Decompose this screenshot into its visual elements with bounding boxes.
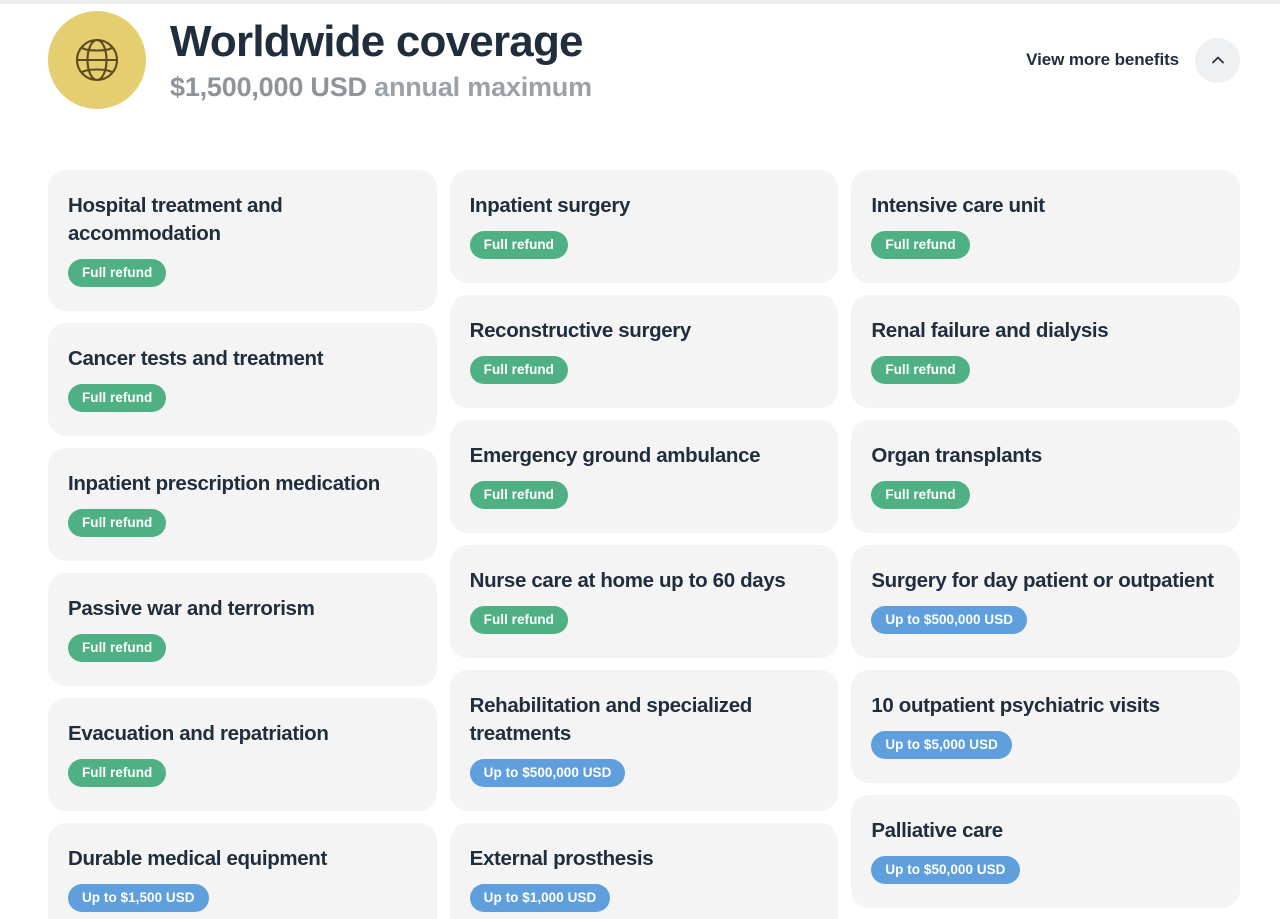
header-titles: Worldwide coverage $1,500,000 USD annual… <box>170 16 592 104</box>
benefit-title: 10 outpatient psychiatric visits <box>871 694 1160 717</box>
benefit-badge: Full refund <box>871 231 970 259</box>
benefit-card[interactable]: Nurse care at home up to 60 days Full re… <box>449 545 839 658</box>
benefits-column-2: Inpatient surgery Full refund Reconstruc… <box>449 170 839 919</box>
benefit-title: Renal failure and dialysis <box>871 319 1109 342</box>
coverage-header: Worldwide coverage $1,500,000 USD annual… <box>0 4 1280 116</box>
header-brand: Worldwide coverage $1,500,000 USD annual… <box>48 11 1026 109</box>
benefits-column-1: Hospital treatment and accommodation Ful… <box>48 170 437 919</box>
benefit-card[interactable]: Durable medical equipment Up to $1,500 U… <box>48 823 437 919</box>
benefit-title: Inpatient surgery <box>469 194 631 217</box>
globe-icon <box>48 11 146 109</box>
benefit-title: Emergency ground ambulance <box>469 444 761 467</box>
benefit-badge: Up to $500,000 USD <box>871 606 1028 634</box>
benefit-badge: Full refund <box>469 481 568 509</box>
header-actions: View more benefits <box>1026 37 1240 83</box>
page-title: Worldwide coverage <box>170 17 584 66</box>
benefit-card[interactable]: Passive war and terrorism Full refund <box>48 573 437 686</box>
page-subtitle: $1,500,000 USD annual maximum <box>170 70 592 104</box>
benefit-badge: Full refund <box>871 356 970 384</box>
benefit-badge: Full refund <box>68 384 167 412</box>
benefit-card[interactable]: Inpatient surgery Full refund <box>449 170 839 283</box>
benefit-title: Hospital treatment and accommodation <box>68 194 283 245</box>
annual-maximum-suffix: annual maximum <box>366 72 592 102</box>
benefit-title: External prosthesis <box>469 847 654 870</box>
benefit-badge: Full refund <box>68 509 167 537</box>
benefit-title: Organ transplants <box>871 444 1042 467</box>
coverage-page: Worldwide coverage $1,500,000 USD annual… <box>0 0 1280 919</box>
benefit-title: Inpatient prescription medication <box>68 472 380 495</box>
chevron-up-icon <box>1209 51 1227 69</box>
benefit-card[interactable]: Surgery for day patient or outpatient Up… <box>851 545 1241 658</box>
benefit-title: Palliative care <box>871 819 1003 842</box>
benefit-card[interactable]: Cancer tests and treatment Full refund <box>48 323 437 436</box>
benefit-card[interactable]: Reconstructive surgery Full refund <box>449 295 839 408</box>
benefit-card[interactable]: Emergency ground ambulance Full refund <box>449 420 839 533</box>
benefit-badge: Up to $1,000 USD <box>469 884 611 912</box>
benefit-badge: Full refund <box>469 231 568 259</box>
benefits-column-3: Intensive care unit Full refund Renal fa… <box>851 170 1241 908</box>
benefit-badge: Full refund <box>469 356 568 384</box>
benefit-badge: Full refund <box>68 634 167 662</box>
benefit-title: Evacuation and repatriation <box>68 722 329 745</box>
benefit-title: Surgery for day patient or outpatient <box>871 569 1214 592</box>
benefit-badge: Up to $500,000 USD <box>469 759 626 787</box>
benefit-badge: Full refund <box>68 259 167 287</box>
benefit-badge: Up to $1,500 USD <box>68 884 209 912</box>
benefit-badge: Up to $5,000 USD <box>871 731 1012 759</box>
view-more-benefits-link[interactable]: View more benefits <box>1026 50 1179 70</box>
benefit-card[interactable]: Intensive care unit Full refund <box>851 170 1241 283</box>
benefit-badge: Full refund <box>68 759 167 787</box>
benefit-card[interactable]: Hospital treatment and accommodation Ful… <box>48 170 437 311</box>
benefit-card[interactable]: 10 outpatient psychiatric visits Up to $… <box>851 670 1241 783</box>
collapse-section-button[interactable] <box>1195 37 1240 83</box>
benefit-card[interactable]: Palliative care Up to $50,000 USD <box>851 795 1241 908</box>
annual-maximum-amount: $1,500,000 USD <box>170 72 367 102</box>
benefit-card[interactable]: Rehabilitation and specialized treatment… <box>449 670 839 811</box>
benefit-card[interactable]: External prosthesis Up to $1,000 USD <box>449 823 839 919</box>
benefit-title: Reconstructive surgery <box>469 319 692 342</box>
benefit-badge: Full refund <box>469 606 568 634</box>
benefit-title: Intensive care unit <box>871 194 1045 217</box>
benefit-title: Nurse care at home up to 60 days <box>469 569 786 592</box>
benefits-grid: Hospital treatment and accommodation Ful… <box>48 170 1241 919</box>
benefit-card[interactable]: Renal failure and dialysis Full refund <box>851 295 1241 408</box>
benefit-card[interactable]: Organ transplants Full refund <box>851 420 1241 533</box>
benefit-title: Rehabilitation and specialized treatment… <box>469 694 753 745</box>
benefit-title: Cancer tests and treatment <box>68 347 324 370</box>
benefit-badge: Full refund <box>871 481 970 509</box>
benefit-card[interactable]: Inpatient prescription medication Full r… <box>48 448 437 561</box>
benefit-card[interactable]: Evacuation and repatriation Full refund <box>48 698 437 811</box>
benefit-title: Durable medical equipment <box>68 847 327 870</box>
benefit-badge: Up to $50,000 USD <box>871 856 1020 884</box>
benefit-title: Passive war and terrorism <box>68 597 315 620</box>
